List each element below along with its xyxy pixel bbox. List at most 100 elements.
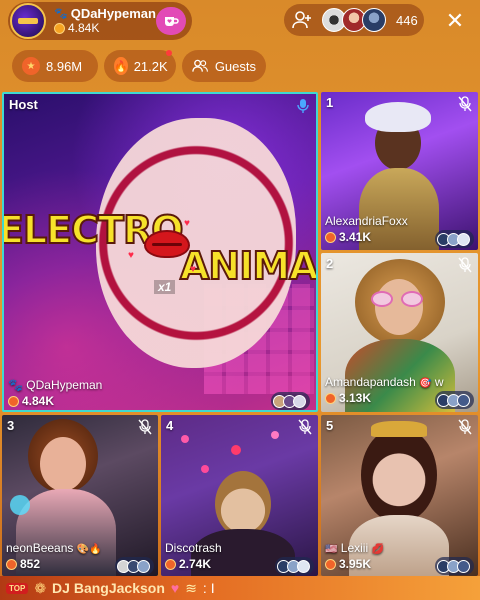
star-coin-icon [8,395,19,407]
guests-button[interactable]: Guests [182,50,266,82]
guest-name: Discotrash [165,541,222,555]
host-tile-gifters[interactable] [271,392,310,410]
host-profile-pill[interactable]: 🐾 QDaHypeman 4.84K [8,2,192,40]
guest-gifters[interactable] [435,557,474,575]
mic-muted-icon[interactable] [138,419,152,435]
host-tile-score-row: 4.84K [8,394,54,408]
host-info: 🐾 QDaHypeman 4.84K [54,7,156,35]
guest-slot-number: 5 [326,418,334,433]
guest-name: AlexandriaFoxx [325,214,408,228]
star-coin-icon [165,558,176,570]
flag-emoji-icon: 🇺🇸 [325,544,338,555]
gifter-avatar [457,393,470,407]
host-tile-name-row: 🐾 QDaHypeman [8,378,102,392]
stars-count: 8.96M [46,58,83,74]
guest-score: 3.95K [339,557,372,571]
crown-headpiece [371,421,427,437]
overlay-text-anima: ANIMA [179,243,318,289]
mic-muted-icon[interactable] [298,419,312,435]
disco-light [271,431,279,439]
guest-score: 852 [20,557,41,571]
stars-stat-pill[interactable]: ★ 8.96M [12,50,98,82]
gifter-avatar [293,394,306,408]
viewer-list-pill[interactable]: 446 [284,4,424,36]
gifter-avatar [297,559,310,573]
wreath-icon: ❁ [34,579,47,596]
host-label: Host [9,97,38,112]
heart-mug-icon [165,17,179,26]
banner-username: DJ BangJackson [52,580,165,596]
close-icon: ✕ [445,8,465,33]
gifter-avatar [457,559,470,573]
guest-name: Lexiii [340,541,369,555]
mic-on-icon[interactable] [296,98,310,114]
heart-icon: ♥ [128,250,134,261]
guest-name-row: 🇺🇸 Lexiii 💋 [325,541,384,555]
guest-headpiece [365,102,431,132]
heart-icon: ♥ [184,218,190,229]
top-badge: TOP [6,582,29,594]
gift-multiplier: x1 [154,280,176,294]
guest-figure [361,427,437,523]
banner-suffix: : I [202,580,215,596]
host-score-row: 4.84K [54,21,156,35]
mic-muted-icon[interactable] [458,96,472,112]
guest-gifters[interactable] [435,391,474,409]
star-coin-icon [325,231,336,243]
guest-name-suffix: w [434,375,444,389]
guest-video-tile-2[interactable]: 2 Amandapandash 🎯 w 3.13K [321,253,478,412]
paw-icon: 🐾 [8,378,23,392]
guest-score: 3.41K [339,230,372,244]
star-icon: ★ [22,57,40,75]
guest-gifters[interactable] [275,557,314,575]
mic-muted-icon[interactable] [458,257,472,273]
heart-icon: ♥ [190,264,196,275]
close-button[interactable]: ✕ [440,6,470,36]
guest-video-tile-5[interactable]: 5 🇺🇸 Lexiii 💋 3.95K [321,415,478,576]
top-bar: 🐾 QDaHypeman 4.84K 446 ✕ [0,0,480,46]
host-tile-name: QDaHypeman [26,378,103,392]
star-coin-icon [54,22,65,34]
guest-name-row: Amandapandash 🎯 w [325,375,444,389]
guest-video-tile-1[interactable]: 1 AlexandriaFoxx 3.41K [321,92,478,250]
guest-score-row: 852 [6,557,40,571]
star-coin-icon [325,558,336,570]
follow-button[interactable] [156,7,186,35]
guests-icon [192,59,208,72]
viewer-avatar[interactable] [362,8,386,32]
guest-slot-number: 4 [166,418,174,433]
top-gifter-banner[interactable]: TOP ❁ DJ BangJackson ♥ ≋ : I [0,576,480,600]
guest-video-tile-4[interactable]: 4 Discotrash 2.74K [161,415,318,576]
guest-score-row: 2.74K [165,557,211,571]
guest-score-row: 3.41K [325,230,371,244]
target-emoji-icon: 🎯 [419,378,432,389]
lips-gift-icon [144,230,190,258]
stats-row: ★ 8.96M 🔥 21.2K Guests [0,50,480,84]
gifter-avatar [137,559,150,573]
lips-emoji-icon: 💋 [371,544,384,555]
mic-muted-icon[interactable] [458,419,472,435]
guest-video-tile-3[interactable]: 3 neonBeeans 🎨🔥 852 [2,415,158,576]
host-avatar[interactable] [10,3,46,39]
guest-gifters[interactable] [115,557,154,575]
add-user-icon[interactable] [290,8,314,32]
multi-guest-grid: ELECTRO ANIMA ♥ ♥ ♥ x1 Host 🐾 QDaHypeman… [0,90,480,576]
flames-stat-pill[interactable]: 🔥 21.2K [104,50,176,82]
host-video-tile[interactable]: ELECTRO ANIMA ♥ ♥ ♥ x1 Host 🐾 QDaHypeman… [2,92,318,412]
star-coin-icon [6,558,17,570]
guests-label: Guests [214,58,256,74]
light-bulb-glow [10,495,30,515]
guest-name-row: neonBeeans 🎨🔥 [6,541,102,555]
guest-gifters[interactable] [435,230,474,248]
flame-icon: 🔥 [114,57,128,75]
heart-icon: ♥ [170,580,180,596]
guest-figure [375,279,423,335]
star-coin-icon [325,392,336,404]
host-score: 4.84K [68,21,100,35]
guest-name: Amandapandash [325,375,416,389]
host-name: QDaHypeman [70,6,156,21]
guest-score-row: 3.13K [325,391,371,405]
guest-score: 3.13K [339,391,372,405]
sunglasses-icon [371,291,393,307]
guest-slot-number: 2 [326,256,334,271]
